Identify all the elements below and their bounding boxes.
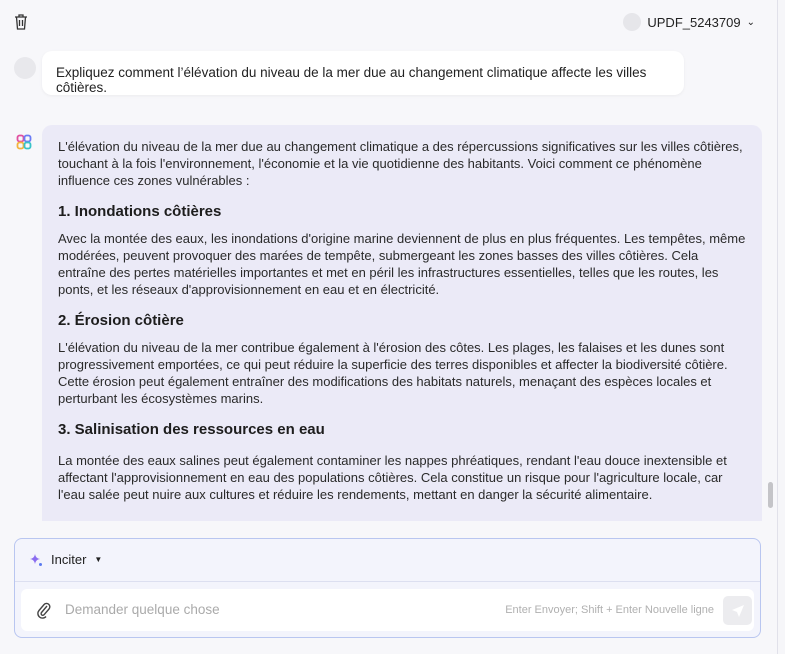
- sparkle-icon: [30, 553, 42, 566]
- section-heading: 1. Inondations côtières: [58, 203, 222, 220]
- paperclip-icon[interactable]: [37, 601, 51, 619]
- message-field[interactable]: Demander quelque chose Enter Envoyer; Sh…: [21, 589, 754, 631]
- user-avatar: [14, 57, 36, 79]
- send-button[interactable]: [723, 596, 752, 625]
- chat-panel: UPDF_5243709 ⌄ Expliquez comment l’éléva…: [0, 0, 778, 654]
- prompt-label: Inciter: [51, 552, 87, 567]
- keyboard-hint: Enter Envoyer; Shift + Enter Nouvelle li…: [505, 604, 714, 616]
- message-input-placeholder[interactable]: Demander quelque chose: [65, 602, 220, 617]
- section-heading: 3. Salinisation des ressources en eau: [58, 421, 325, 438]
- response-intro: L'élévation du niveau de la mer due au c…: [58, 139, 743, 188]
- caret-down-icon: ▼: [94, 555, 103, 564]
- username: UPDF_5243709: [647, 14, 741, 30]
- prompt-dropdown[interactable]: Inciter ▼: [29, 552, 102, 567]
- section-text: La montée des eaux salines peut égalemen…: [58, 453, 727, 502]
- trash-icon[interactable]: [14, 14, 28, 30]
- send-icon: [731, 604, 744, 617]
- chat-input-box: Inciter ▼ Demander quelque chose Enter E…: [14, 538, 761, 638]
- section-heading: 2. Érosion côtière: [58, 312, 184, 329]
- user-message: Expliquez comment l’élévation du niveau …: [42, 51, 684, 95]
- divider: [15, 581, 760, 582]
- avatar: [623, 13, 642, 31]
- user-menu[interactable]: UPDF_5243709 ⌄: [623, 13, 755, 31]
- ai-response: L'élévation du niveau de la mer due au c…: [42, 125, 762, 521]
- section-text: L'élévation du niveau de la mer contribu…: [58, 340, 728, 406]
- section-text: Avec la montée des eaux, les inondations…: [58, 231, 746, 297]
- chevron-down-icon: ⌄: [746, 16, 755, 28]
- updf-ai-logo-icon: [16, 134, 32, 150]
- scrollbar-thumb[interactable]: [768, 482, 773, 508]
